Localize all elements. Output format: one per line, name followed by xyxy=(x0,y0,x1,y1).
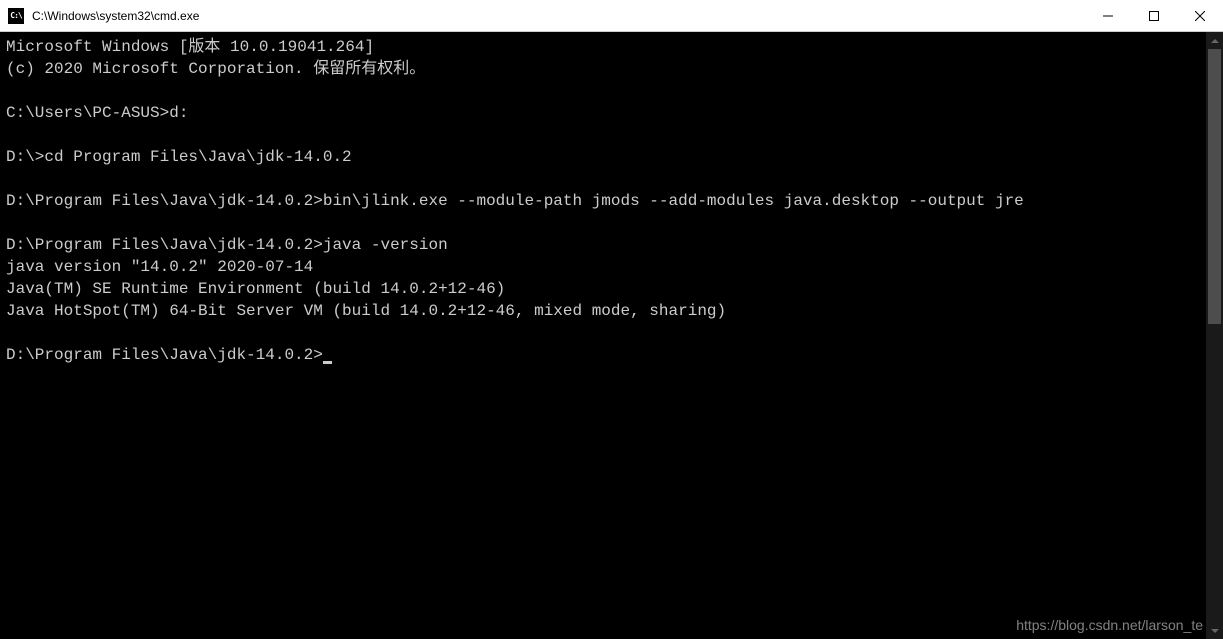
terminal-line: D:\Program Files\Java\jdk-14.0.2> xyxy=(6,346,323,364)
cmd-icon: C:\ xyxy=(8,8,24,24)
scrollbar-down-icon[interactable] xyxy=(1206,622,1223,639)
terminal-line: Java(TM) SE Runtime Environment (build 1… xyxy=(6,280,505,298)
terminal-line: Microsoft Windows [版本 10.0.19041.264] xyxy=(6,38,374,56)
terminal-line: Java HotSpot(TM) 64-Bit Server VM (build… xyxy=(6,302,726,320)
terminal-line: D:\Program Files\Java\jdk-14.0.2>bin\jli… xyxy=(6,192,1024,210)
window-controls xyxy=(1085,0,1223,31)
terminal-line: D:\Program Files\Java\jdk-14.0.2>java -v… xyxy=(6,236,448,254)
terminal-line: C:\Users\PC-ASUS>d: xyxy=(6,104,188,122)
terminal-line: java version "14.0.2" 2020-07-14 xyxy=(6,258,313,276)
close-button[interactable] xyxy=(1177,0,1223,31)
scrollbar-up-icon[interactable] xyxy=(1206,32,1223,49)
maximize-button[interactable] xyxy=(1131,0,1177,31)
terminal-line: D:\>cd Program Files\Java\jdk-14.0.2 xyxy=(6,148,352,166)
watermark-text: https://blog.csdn.net/larson_te xyxy=(1016,617,1203,633)
terminal-area: Microsoft Windows [版本 10.0.19041.264] (c… xyxy=(0,32,1223,639)
cursor-icon xyxy=(323,361,332,364)
scrollbar[interactable] xyxy=(1206,32,1223,639)
terminal-line: (c) 2020 Microsoft Corporation. 保留所有权利。 xyxy=(6,60,425,78)
minimize-button[interactable] xyxy=(1085,0,1131,31)
window-title: C:\Windows\system32\cmd.exe xyxy=(32,9,1085,23)
terminal-output[interactable]: Microsoft Windows [版本 10.0.19041.264] (c… xyxy=(0,32,1206,639)
titlebar: C:\ C:\Windows\system32\cmd.exe xyxy=(0,0,1223,32)
scrollbar-track[interactable] xyxy=(1206,49,1223,622)
scrollbar-thumb[interactable] xyxy=(1208,49,1221,324)
